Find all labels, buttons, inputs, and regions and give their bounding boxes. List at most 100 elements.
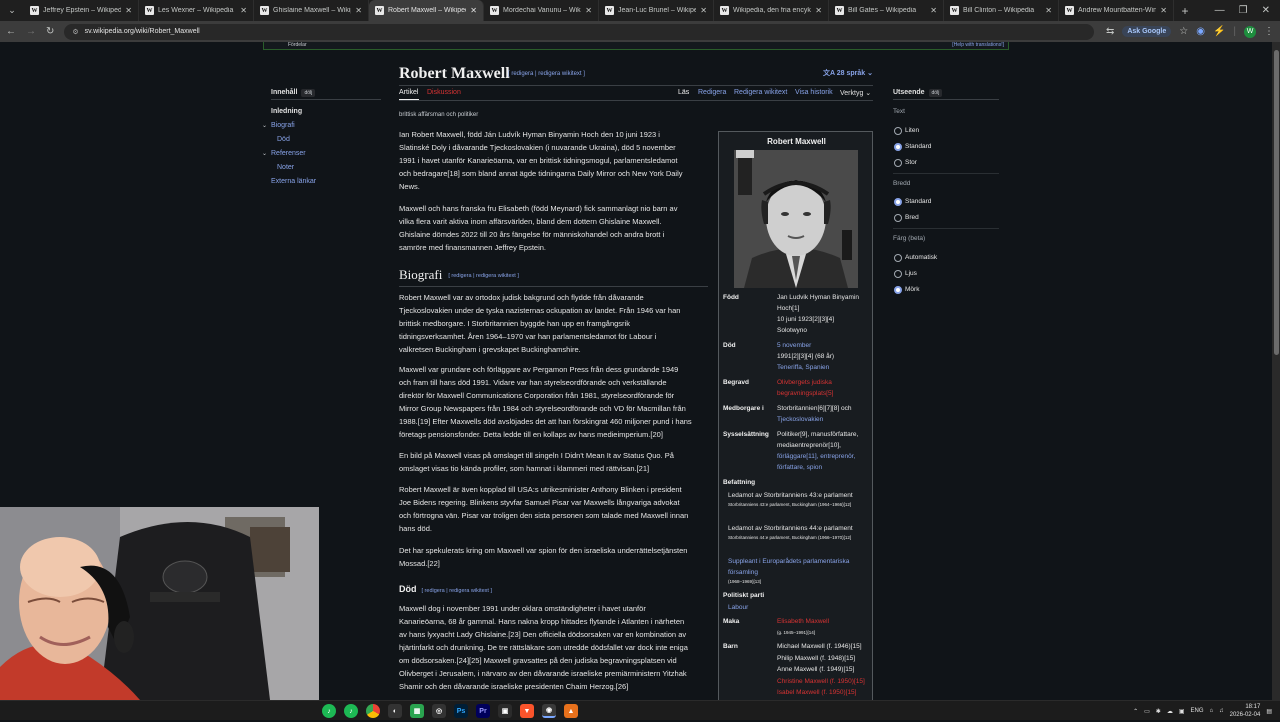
extension-icon-2[interactable]: ⚡	[1213, 26, 1225, 37]
steam-icon[interactable]: ◎	[432, 704, 446, 718]
infobox-value[interactable]: Storbritannien[6][7][8] och Tjeckoslovaki…	[777, 403, 873, 425]
url-text[interactable]: sv.wikipedia.org/wiki/Robert_Maxwell	[85, 28, 200, 35]
radio-width-standard-label[interactable]: Standard	[905, 198, 931, 205]
chrome-active-icon[interactable]: ◉	[542, 704, 556, 718]
radio-text-small-label[interactable]: Liten	[905, 127, 919, 134]
close-tab-icon[interactable]: ✕	[1045, 6, 1052, 15]
browser-tab[interactable]: W Jean-Luc Brunel – Wikipedia ✕	[599, 0, 714, 21]
tray-icon[interactable]: ▭	[1144, 708, 1150, 715]
browser-tab[interactable]: W Andrew Mountbatten-Windsor ✕	[1059, 0, 1174, 21]
tools-dropdown[interactable]: Verktyg ⌄	[840, 89, 871, 97]
infobox-value[interactable]: Jan Ludvik Hyman Binyamin Hoch[1] 10 juni …	[777, 292, 873, 336]
radio-text-large[interactable]	[894, 159, 902, 167]
bluetooth-icon[interactable]: ✱	[1156, 708, 1161, 715]
maximize-icon[interactable]: ❐	[1239, 5, 1248, 16]
child-item[interactable]: Christine Maxwell (f. 1950)[15]	[777, 676, 873, 688]
app-icon[interactable]: ▣	[498, 704, 512, 718]
language-indicator[interactable]: ENG	[1190, 708, 1203, 714]
appearance-hide-button[interactable]: dölj	[928, 89, 943, 97]
tab-edit[interactable]: Redigera	[698, 89, 726, 96]
radio-color-auto[interactable]	[894, 254, 902, 262]
child-item[interactable]: Anne Maxwell (f. 1949)[15]	[777, 664, 873, 676]
browser-tab[interactable]: W Les Wexner – Wikipedia ✕	[139, 0, 254, 21]
tab-history[interactable]: Visa historik	[795, 89, 833, 96]
toc-item-inledning[interactable]: Inledning	[271, 108, 302, 115]
help-translations-link[interactable]: [Help with translations!]	[952, 42, 1004, 48]
volume-icon[interactable]: ♫	[1219, 708, 1224, 714]
toc-item-noter[interactable]: Noter	[277, 164, 294, 171]
network-icon[interactable]: ⌂	[1210, 708, 1214, 714]
reload-icon[interactable]: ↻	[46, 26, 54, 37]
browser-tab[interactable]: W Bill Clinton – Wikipedia ✕	[944, 0, 1059, 21]
spotify-icon[interactable]: ♪	[322, 704, 336, 718]
tab-read[interactable]: Läs	[678, 89, 689, 96]
tab-edit-wikitext[interactable]: Redigera wikitext	[734, 89, 787, 96]
chevron-down-icon[interactable]: ⌄	[262, 122, 267, 129]
radio-color-light-label[interactable]: Ljus	[905, 270, 917, 277]
browser-tab[interactable]: W Ghislaine Maxwell – Wikipedia ✕	[254, 0, 369, 21]
language-button[interactable]: 文A 28 språk ⌄	[823, 68, 873, 78]
chrome-menu-icon[interactable]: ⋮	[1264, 26, 1274, 37]
radio-color-dark-label[interactable]: Mörk	[905, 286, 919, 293]
infobox-value[interactable]: 5 november 1991[2][3][4] (68 år) Teneriffa…	[777, 340, 873, 373]
browser-tab[interactable]: W Mordechai Vanunu – Wikipedia✕	[484, 0, 599, 21]
maka-name[interactable]: Elisabeth Maxwell	[777, 616, 873, 627]
clock[interactable]: 18:17 2026-02-04	[1230, 703, 1261, 719]
radio-width-wide-label[interactable]: Bred	[905, 214, 919, 221]
profile-avatar[interactable]: W	[1244, 25, 1256, 38]
section-edit-links[interactable]: [ redigera | redigera wikitext ]	[422, 588, 493, 594]
browser-tab[interactable]: W Bill Gates – Wikipedia ✕	[829, 0, 944, 21]
back-icon[interactable]: ←	[6, 26, 16, 37]
toc-item-dod[interactable]: Död	[277, 136, 290, 143]
radio-text-standard[interactable]	[894, 143, 902, 151]
child-item[interactable]: Philip Maxwell (f. 1948)[15]	[777, 653, 873, 665]
brave-icon[interactable]: ▼	[520, 704, 534, 718]
photoshop-icon[interactable]: Ps	[454, 704, 468, 718]
close-tab-icon[interactable]: ✕	[240, 6, 247, 15]
child-item[interactable]: Michael Maxwell (f. 1946)[15]	[777, 641, 873, 653]
forward-icon[interactable]: →	[26, 26, 36, 37]
minimize-icon[interactable]: —	[1215, 5, 1225, 16]
chevron-down-icon[interactable]: ⌄	[262, 150, 267, 157]
bookmark-star-icon[interactable]: ☆	[1179, 26, 1188, 37]
infobox-value[interactable]: Olivbergets judiska begravningsplats[5]	[777, 377, 873, 399]
spotify-icon-2[interactable]: ♪	[344, 704, 358, 718]
browser-tab[interactable]: W Wikipedia, den fria encyklopedin✕	[714, 0, 829, 21]
toc-item-biografi[interactable]: Biografi	[271, 122, 295, 129]
toc-item-externa-lankar[interactable]: Externa länkar	[271, 178, 316, 185]
browser-tab[interactable]: W Robert Maxwell – Wikipedia ✕	[369, 0, 484, 21]
maka-value[interactable]: Elisabeth Maxwell (g. 1945–1991)[14]	[777, 616, 873, 638]
sheets-icon[interactable]: ▦	[410, 704, 424, 718]
radio-color-light[interactable]	[894, 270, 902, 278]
title-edit-links[interactable]: [ redigera | redigera wikitext ]	[508, 71, 585, 77]
close-tab-icon[interactable]: ✕	[700, 6, 707, 15]
notification-icon[interactable]: ▤	[1266, 708, 1272, 715]
browser-tab[interactable]: W Jeffrey Epstein – Wikipedia ✕	[24, 0, 139, 21]
close-tab-icon[interactable]: ✕	[1160, 6, 1167, 15]
section-edit-links[interactable]: [ redigera | redigera wikitext ]	[448, 273, 519, 279]
radio-text-small[interactable]	[894, 127, 902, 135]
befattning-title[interactable]: Suppleant i Europarådets parlamentariska…	[728, 556, 870, 578]
radio-color-dark[interactable]	[894, 286, 902, 294]
parti-value[interactable]: Labour	[728, 602, 878, 613]
toc-hide-button[interactable]: dölj	[301, 89, 316, 97]
close-tab-icon[interactable]: ✕	[355, 6, 362, 15]
tray-icon-2[interactable]: ▣	[1179, 708, 1185, 715]
radio-width-standard[interactable]	[894, 198, 902, 206]
portrait-photo[interactable]	[734, 150, 858, 288]
radio-text-large-label[interactable]: Stor	[905, 159, 917, 166]
close-tab-icon[interactable]: ✕	[585, 6, 592, 15]
cloud-icon[interactable]: ☁	[1167, 708, 1173, 715]
close-tab-icon[interactable]: ✕	[815, 6, 822, 15]
child-item[interactable]: Isabel Maxwell (f. 1950)[15]	[777, 687, 873, 699]
close-window-icon[interactable]: ✕	[1262, 5, 1270, 16]
ask-google-button[interactable]: Ask Google	[1122, 26, 1172, 37]
tab-search-icon[interactable]: ⌄	[0, 0, 24, 21]
translate-icon[interactable]: ⇆	[1106, 26, 1114, 37]
tab-article[interactable]: Artikel	[399, 89, 418, 96]
tab-discussion[interactable]: Diskussion	[427, 89, 461, 96]
scrollbar-thumb[interactable]	[1274, 50, 1279, 355]
tray-chevron-icon[interactable]: ⌃	[1133, 708, 1138, 715]
address-bar[interactable]: ⚙ sv.wikipedia.org/wiki/Robert_Maxwell	[64, 23, 1095, 40]
close-tab-icon[interactable]: ✕	[470, 6, 477, 15]
